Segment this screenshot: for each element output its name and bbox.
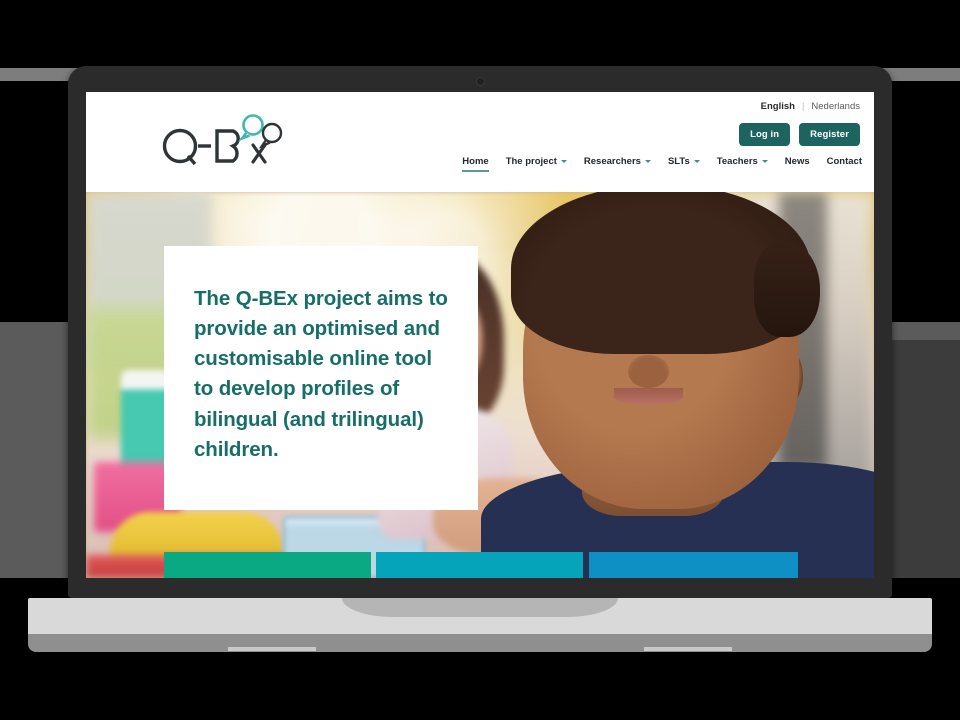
nav-item-the-project[interactable]: The project — [506, 156, 567, 172]
hero-bar-blue[interactable] — [589, 552, 798, 578]
laptop-mockup: English | Nederlands Log in Register Hom… — [0, 0, 960, 720]
hero-color-bars — [86, 552, 874, 578]
hero-text-card: The Q-BEx project aims to provide an opt… — [164, 246, 478, 510]
language-nederlands[interactable]: Nederlands — [811, 101, 860, 112]
chevron-down-icon — [693, 160, 700, 163]
main-navigation: Home The project Researchers SLTs Teache… — [462, 156, 862, 172]
nav-label-the-project: The project — [505, 156, 557, 167]
nav-label-news: News — [784, 156, 810, 167]
photo-child-nose — [627, 354, 670, 389]
nav-item-teachers[interactable]: Teachers — [717, 156, 768, 172]
nav-item-home[interactable]: Home — [462, 156, 490, 172]
nav-item-researchers[interactable]: Researchers — [584, 156, 651, 172]
photo-child-foreground — [456, 192, 874, 578]
site-logo[interactable] — [161, 112, 291, 168]
photo-child-mouth — [614, 388, 684, 405]
auth-buttons: Log in Register — [739, 123, 860, 146]
hero-headline: The Q-BEx project aims to provide an opt… — [194, 287, 448, 461]
nav-label-contact: Contact — [826, 156, 862, 167]
nav-label-slts: SLTs — [667, 156, 690, 167]
language-switcher[interactable]: English | Nederlands — [761, 101, 860, 112]
laptop-deck — [28, 598, 932, 634]
site-header: English | Nederlands Log in Register Hom… — [86, 92, 874, 192]
laptop-deck-notch — [342, 598, 618, 617]
logo-mark — [162, 114, 283, 166]
chevron-down-icon — [560, 160, 567, 163]
photo-child-hair — [510, 192, 821, 355]
laptop-foot — [28, 634, 932, 652]
hero-section: The Q-BEx project aims to provide an opt… — [86, 192, 874, 578]
nav-label-home: Home — [462, 156, 489, 167]
login-button[interactable]: Log in — [739, 123, 791, 146]
hero-bar-green[interactable] — [164, 552, 371, 578]
nav-item-news[interactable]: News — [785, 156, 810, 172]
nav-item-contact[interactable]: Contact — [827, 156, 862, 172]
chevron-down-icon — [644, 160, 651, 163]
chevron-down-icon — [761, 160, 768, 163]
language-english[interactable]: English — [761, 101, 795, 112]
browser-screen: English | Nederlands Log in Register Hom… — [86, 92, 874, 578]
webcam-icon — [475, 77, 485, 86]
register-button[interactable]: Register — [799, 123, 860, 146]
nav-item-slts[interactable]: SLTs — [668, 156, 700, 172]
hero-bar-teal[interactable] — [376, 552, 583, 578]
nav-label-researchers: Researchers — [583, 156, 641, 167]
laptop-lid: English | Nederlands Log in Register Hom… — [68, 66, 892, 598]
nav-label-teachers: Teachers — [716, 156, 758, 167]
language-separator: | — [801, 101, 805, 112]
